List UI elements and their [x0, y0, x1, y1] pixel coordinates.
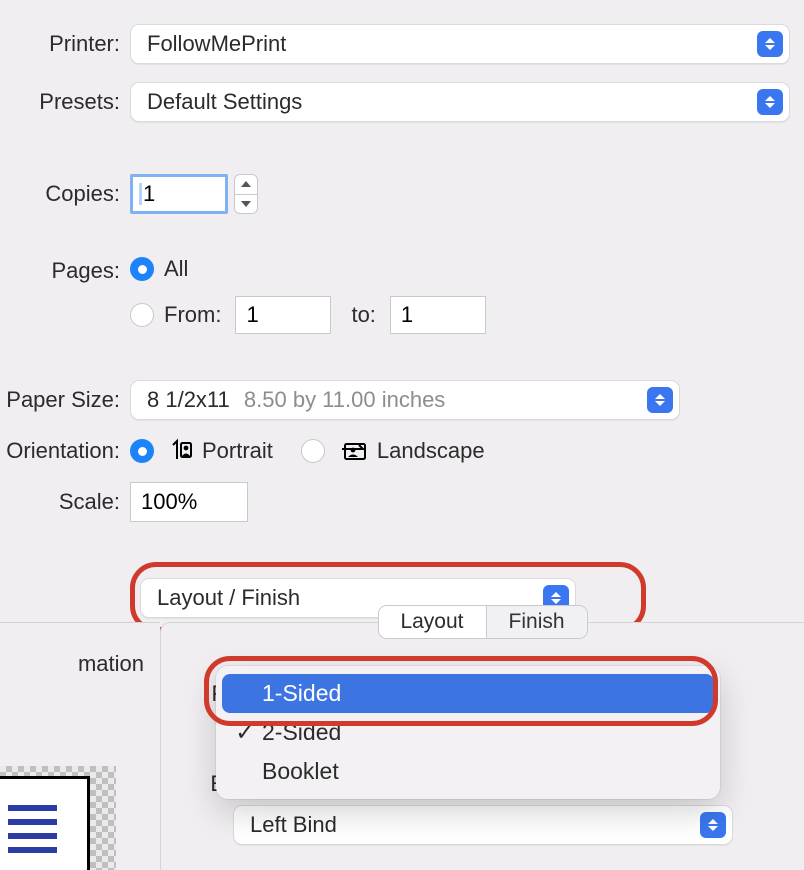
row-orientation: Orientation: Portrait: [0, 438, 804, 464]
pages-from-field[interactable]: [235, 296, 331, 334]
orientation-label: Orientation:: [0, 438, 130, 464]
menu-item-1sided[interactable]: 1-Sided: [222, 674, 714, 713]
sidebar-fragment-label: mation: [78, 651, 144, 676]
stepper-down-icon[interactable]: [235, 195, 257, 214]
row-pages: Pages: All From: to:: [0, 256, 804, 334]
row-copies: Copies:: [0, 174, 804, 214]
pages-range-radio[interactable]: [130, 303, 154, 327]
chevrons-icon: [647, 387, 673, 413]
tab-layout[interactable]: Layout: [378, 606, 485, 638]
bind-position-popup[interactable]: Left Bind: [233, 805, 733, 845]
menu-item-label: Booklet: [262, 758, 339, 785]
row-paper-size: Paper Size: 8 1/2x11 8.50 by 11.00 inche…: [0, 380, 804, 420]
row-scale: Scale:: [0, 482, 804, 522]
tab-finish[interactable]: Finish: [487, 606, 587, 638]
section-popup-value: Layout / Finish: [157, 585, 300, 611]
copies-label: Copies:: [0, 181, 130, 207]
presets-label: Presets:: [0, 89, 130, 115]
menu-item-booklet[interactable]: Booklet: [222, 752, 714, 791]
portrait-icon: [168, 438, 194, 464]
presets-popup[interactable]: Default Settings: [130, 82, 790, 122]
scale-field[interactable]: [130, 482, 248, 522]
chevrons-icon: [757, 89, 783, 115]
copies-stepper[interactable]: [234, 174, 258, 214]
preview-thumbnail: [0, 766, 116, 870]
pages-all-radio[interactable]: [130, 257, 154, 281]
pages-to-field[interactable]: [390, 296, 486, 334]
paper-size-name: 8 1/2x11: [147, 387, 230, 412]
bind-position-value: Left Bind: [250, 812, 337, 838]
row-printer: Printer: FollowMePrint: [0, 24, 804, 64]
pages-label: Pages:: [0, 256, 130, 284]
options-tabs: Layout Finish: [377, 605, 587, 639]
orientation-landscape-label: Landscape: [377, 438, 485, 464]
print-dialog: Printer: FollowMePrint Presets: Default …: [0, 0, 804, 870]
stepper-up-icon[interactable]: [235, 175, 257, 194]
paper-size-label: Paper Size:: [0, 387, 130, 413]
printer-popup-value: FollowMePrint: [147, 31, 286, 57]
menu-item-label: 1-Sided: [262, 680, 341, 707]
paper-size-popup[interactable]: 8 1/2x11 8.50 by 11.00 inches: [130, 380, 680, 420]
pages-from-label: From:: [164, 302, 221, 328]
pages-all-label: All: [164, 256, 188, 282]
menu-item-2sided[interactable]: ✓ 2-Sided: [222, 713, 714, 752]
orientation-portrait-label: Portrait: [202, 438, 273, 464]
chevrons-icon: [757, 31, 783, 57]
checkmark-icon: ✓: [232, 719, 258, 746]
chevrons-icon: [700, 812, 726, 838]
orientation-portrait-radio[interactable]: [130, 439, 154, 463]
copies-field[interactable]: [130, 174, 228, 214]
menu-item-label: 2-Sided: [262, 719, 341, 746]
row-presets: Presets: Default Settings: [0, 82, 804, 122]
orientation-landscape-radio[interactable]: [301, 439, 325, 463]
pages-to-label: to:: [351, 302, 375, 328]
printer-popup[interactable]: FollowMePrint: [130, 24, 790, 64]
print-type-menu: 1-Sided ✓ 2-Sided Booklet: [216, 666, 720, 799]
presets-popup-value: Default Settings: [147, 89, 302, 115]
scale-label: Scale:: [0, 489, 130, 515]
landscape-icon: [339, 439, 369, 463]
paper-size-detail: 8.50 by 11.00 inches: [244, 387, 445, 412]
printer-label: Printer:: [0, 31, 130, 57]
